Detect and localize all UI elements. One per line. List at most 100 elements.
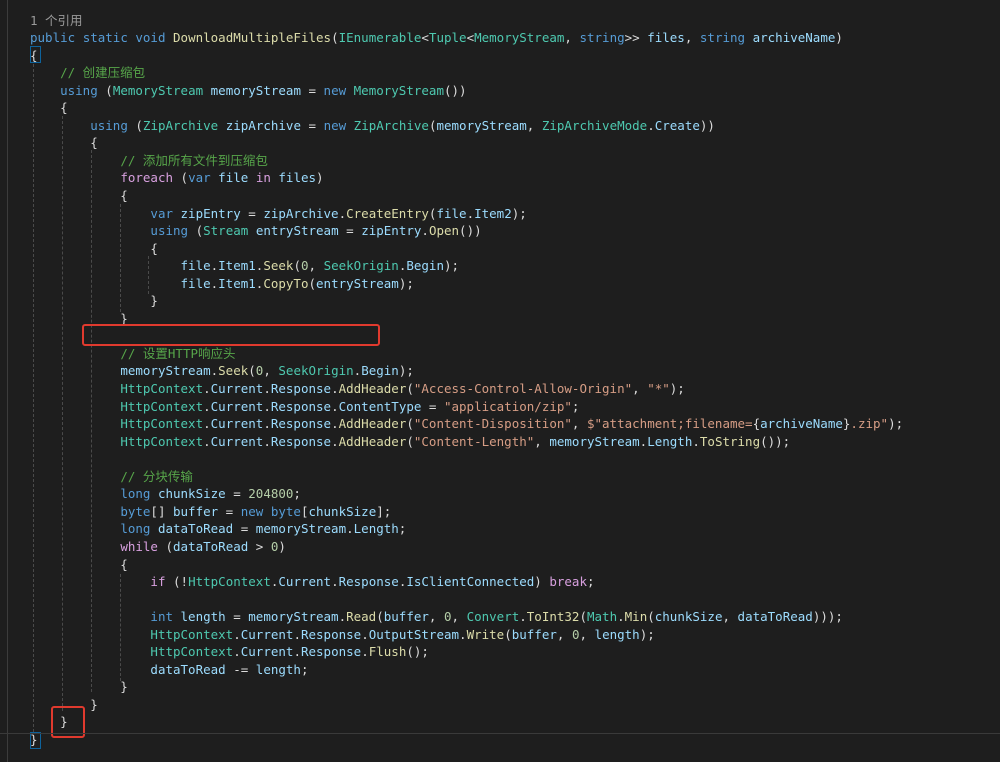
code-token: { bbox=[30, 240, 158, 256]
code-line[interactable]: { bbox=[30, 187, 128, 205]
code-line[interactable]: HttpContext.Current.Response.Flush(); bbox=[30, 643, 429, 661]
code-line[interactable]: foreach (var file in files) bbox=[30, 169, 323, 187]
code-token: CreateEntry bbox=[346, 205, 429, 221]
code-token: = bbox=[240, 205, 264, 221]
code-token: (); bbox=[406, 644, 429, 660]
code-line[interactable]: long dataToRead = memoryStream.Length; bbox=[30, 520, 406, 538]
code-token: chunkSize bbox=[654, 609, 723, 625]
code-token: MemoryStream bbox=[353, 82, 444, 98]
code-token: (! bbox=[165, 574, 189, 590]
code-token: string bbox=[579, 30, 625, 45]
code-token: Response bbox=[270, 416, 332, 432]
code-token: ]; bbox=[376, 503, 392, 519]
code-line[interactable]: // 创建压缩包 bbox=[30, 64, 145, 82]
code-token: IEnumerable bbox=[338, 30, 422, 45]
code-line[interactable]: HttpContext.Current.Response.ContentType… bbox=[30, 398, 579, 416]
code-token: memoryStream bbox=[255, 521, 347, 537]
code-line[interactable]: HttpContext.Current.Response.OutputStrea… bbox=[30, 626, 654, 644]
editor-divider bbox=[0, 733, 1000, 734]
code-token: file bbox=[180, 275, 211, 291]
code-token: , bbox=[534, 433, 550, 449]
code-token: . bbox=[203, 398, 211, 414]
code-token: = bbox=[225, 609, 249, 625]
code-line[interactable]: file.Item1.Seek(0, SeekOrigin.Begin); bbox=[30, 257, 460, 275]
code-token: memoryStream bbox=[120, 363, 211, 379]
code-token: length bbox=[594, 626, 640, 642]
code-token: . bbox=[203, 433, 211, 449]
code-token: ( bbox=[173, 170, 189, 186]
code-token: ); bbox=[888, 416, 904, 432]
code-token: Begin bbox=[406, 258, 444, 274]
code-line[interactable]: if (!HttpContext.Current.Response.IsClie… bbox=[30, 573, 594, 591]
code-token: ZipArchiveMode bbox=[541, 117, 648, 133]
code-token: . bbox=[263, 381, 271, 396]
code-line[interactable]: HttpContext.Current.Response.AddHeader("… bbox=[30, 433, 790, 451]
code-editor[interactable]: 1 个引用 public static void DownloadMultipl… bbox=[0, 0, 1000, 762]
code-token: ()) bbox=[443, 82, 467, 98]
code-line[interactable]: memoryStream.Seek(0, SeekOrigin.Begin); bbox=[30, 362, 414, 380]
code-token: in bbox=[255, 170, 271, 186]
code-token: . bbox=[331, 416, 339, 432]
codelens-references[interactable]: 1 个引用 bbox=[30, 12, 83, 30]
code-line[interactable]: HttpContext.Current.Response.AddHeader("… bbox=[30, 415, 903, 433]
code-line[interactable]: long chunkSize = 204800; bbox=[30, 485, 301, 503]
code-line[interactable]: // 分块传输 bbox=[30, 468, 193, 486]
code-token: using bbox=[90, 117, 128, 133]
code-token: MemoryStream bbox=[112, 82, 204, 98]
code-line[interactable]: while (dataToRead > 0) bbox=[30, 538, 286, 556]
code-line[interactable]: byte[] buffer = new byte[chunkSize]; bbox=[30, 503, 391, 521]
code-token: buffer bbox=[383, 609, 429, 625]
code-line[interactable]: // 添加所有文件到压缩包 bbox=[30, 152, 268, 170]
code-token: dataToRead bbox=[737, 609, 813, 625]
indent-guide bbox=[91, 150, 92, 692]
code-token: , bbox=[571, 416, 587, 432]
code-token: Stream bbox=[203, 223, 249, 239]
code-line[interactable]: public static void DownloadMultipleFiles… bbox=[30, 29, 843, 47]
code-line[interactable]: { bbox=[30, 134, 98, 152]
code-token: OutputStream bbox=[368, 626, 460, 642]
code-token: Response bbox=[300, 644, 362, 660]
code-token: length bbox=[255, 661, 301, 677]
code-token: . bbox=[361, 626, 369, 642]
code-line[interactable]: // 设置HTTP响应头 bbox=[30, 345, 235, 363]
code-token: Response bbox=[270, 433, 332, 449]
code-line[interactable]: int length = memoryStream.Read(buffer, 0… bbox=[30, 608, 843, 626]
code-token: > bbox=[248, 538, 271, 554]
code-line[interactable]: dataToRead -= length; bbox=[30, 661, 308, 679]
code-token: Length bbox=[353, 521, 399, 537]
code-token: memoryStream bbox=[248, 609, 339, 625]
code-line[interactable]: file.Item1.CopyTo(entryStream); bbox=[30, 275, 414, 293]
code-token: zipArchive bbox=[225, 117, 301, 133]
code-token: 0 bbox=[443, 609, 452, 625]
code-line[interactable]: HttpContext.Current.Response.AddHeader("… bbox=[30, 380, 685, 398]
code-line[interactable]: { bbox=[30, 99, 68, 117]
code-line[interactable]: } bbox=[30, 678, 128, 696]
code-token: . bbox=[331, 381, 339, 396]
code-line[interactable]: } bbox=[30, 292, 158, 310]
code-token: CopyTo bbox=[263, 275, 309, 291]
code-token: archiveName bbox=[752, 30, 836, 45]
code-token: . bbox=[421, 223, 429, 239]
code-token: . bbox=[692, 433, 700, 449]
code-line[interactable]: using (MemoryStream memoryStream = new M… bbox=[30, 82, 467, 100]
code-token: Current bbox=[210, 433, 264, 449]
code-line[interactable]: { bbox=[30, 240, 158, 258]
code-token: = bbox=[300, 82, 324, 98]
code-token: chunkSize bbox=[157, 486, 226, 502]
code-line[interactable]: using (Stream entryStream = zipEntry.Ope… bbox=[30, 222, 481, 240]
code-line[interactable]: { bbox=[30, 556, 128, 574]
code-token: byte bbox=[120, 503, 151, 519]
code-token: Current bbox=[210, 398, 264, 414]
indent-guide bbox=[120, 204, 121, 312]
code-line[interactable]: using (ZipArchive zipArchive = new ZipAr… bbox=[30, 117, 715, 135]
code-line[interactable]: var zipEntry = zipArchive.CreateEntry(fi… bbox=[30, 205, 526, 223]
code-token: Current bbox=[278, 574, 332, 590]
